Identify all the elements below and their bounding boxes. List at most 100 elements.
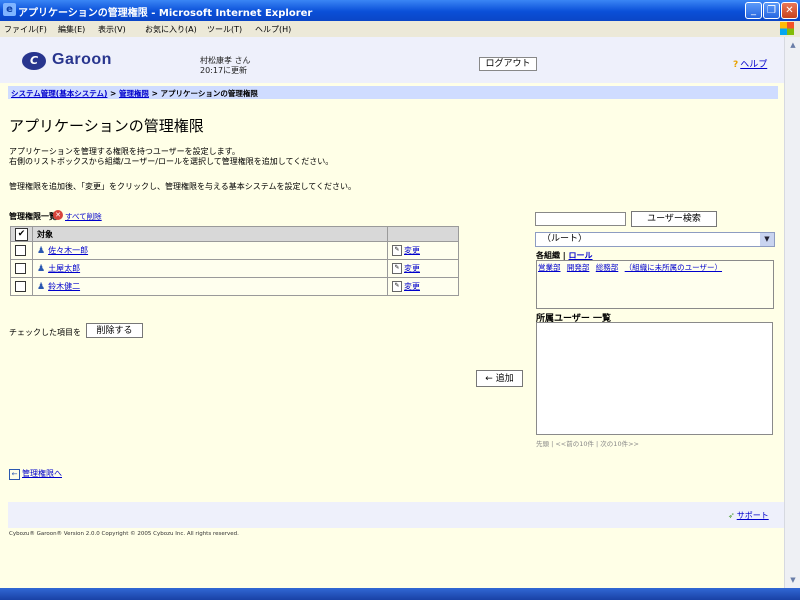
breadcrumb-admin-rights[interactable]: 管理権限 [119, 89, 149, 98]
row-checkbox[interactable] [15, 245, 26, 256]
logo-text: Garoon [52, 51, 112, 68]
minimize-button[interactable]: _ [745, 2, 762, 19]
org-link-sales[interactable]: 営業部 [538, 263, 561, 272]
back-link-text[interactable]: 管理権限へ [22, 469, 62, 478]
row-checkbox-cell [10, 241, 33, 260]
description-line-1: アプリケーションを管理する権限を持つユーザーを設定します。 [9, 147, 240, 156]
menu-file[interactable]: ファイル(F) [4, 24, 47, 35]
row-checkbox[interactable] [15, 263, 26, 274]
breadcrumb: システム管理(基本システム) > 管理権限 > アプリケーションの管理権限 [11, 88, 258, 99]
taskbar [0, 588, 800, 600]
help-link[interactable]: ? ヘルプ [733, 57, 767, 70]
cybozu-logo-icon: C [22, 52, 46, 70]
user-icon: ♟ [37, 282, 46, 292]
table-row: ♟ 鈴木健二 ✎ 変更 [10, 277, 459, 296]
windows-logo-icon [780, 22, 794, 35]
user-link[interactable]: 佐々木一郎 [48, 246, 88, 255]
support-link[interactable]: ➶ サポート [728, 510, 769, 521]
breadcrumb-system-admin[interactable]: システム管理(基本システム) [11, 89, 107, 98]
change-link[interactable]: 変更 [404, 246, 420, 255]
org-link-general-affairs[interactable]: 総務部 [596, 263, 619, 272]
back-arrow-icon: ← [9, 469, 20, 480]
table-header-row: ✔ 対象 [10, 226, 459, 242]
menu-favorites[interactable]: お気に入り(A) [145, 24, 197, 35]
delete-all-link[interactable]: すべて削除 [65, 211, 102, 222]
logout-button[interactable]: ログアウト [479, 57, 537, 71]
scroll-up-icon[interactable]: ▲ [786, 38, 800, 52]
support-link-text[interactable]: サポート [737, 511, 769, 520]
members-listbox[interactable] [536, 322, 773, 435]
org-links: 営業部 開発部 総務部 （組織に未所属のユーザー） [538, 262, 726, 273]
change-link[interactable]: 変更 [404, 264, 420, 273]
user-search-input[interactable] [535, 212, 626, 226]
vertical-scrollbar[interactable]: ▲ ▼ [784, 37, 800, 588]
column-header-target: 対象 [32, 226, 388, 242]
select-all-checkbox[interactable]: ✔ [15, 227, 28, 241]
admin-list-heading: 管理権限一覧 [9, 212, 57, 221]
add-button[interactable]: ← 追加 [476, 370, 523, 387]
close-button[interactable]: ✕ [781, 2, 798, 19]
user-icon: ♟ [37, 246, 46, 256]
row-target-cell: ♟ 土屋太郎 [32, 259, 388, 278]
user-link[interactable]: 鈴木健二 [48, 282, 80, 291]
org-tab-label: 各組織 [536, 251, 560, 260]
copyright: Cybozu® Garoon® Version 2.0.0 Copyright … [9, 531, 239, 537]
user-link[interactable]: 土屋太郎 [48, 264, 80, 273]
org-select[interactable]: （ルート） ▼ [535, 232, 775, 247]
org-header-separator: | [562, 251, 566, 260]
delete-all-icon[interactable]: ✕ [53, 210, 63, 220]
row-action-cell: ✎ 変更 [387, 259, 459, 278]
back-to-admin-rights[interactable]: ← 管理権限へ [9, 468, 62, 480]
breadcrumb-current: アプリケーションの管理権限 [160, 89, 258, 98]
user-info: 村松康孝 さん 20:17に更新 [200, 56, 251, 76]
admin-table: ✔ 対象 ♟ 佐々木一郎 ✎ 変更 ♟ 土屋太郎 ✎ 変更 ♟ 鈴木健二 ✎ 変更 [10, 226, 459, 296]
row-checkbox[interactable] [15, 281, 26, 292]
user-icon: ♟ [37, 264, 46, 274]
row-action-cell: ✎ 変更 [387, 241, 459, 260]
user-search-button[interactable]: ユーザー検索 [631, 211, 717, 227]
select-all-cell: ✔ [10, 226, 33, 242]
description-line-2: 右側のリストボックスから組織/ユーザー/ロールを選択して管理権限を追加してくださ… [9, 157, 334, 166]
chevron-down-icon[interactable]: ▼ [760, 233, 774, 246]
org-link-development[interactable]: 開発部 [567, 263, 590, 272]
org-link-unassigned[interactable]: （組織に未所属のユーザー） [625, 263, 722, 272]
menu-edit[interactable]: 編集(E) [58, 24, 85, 35]
breadcrumb-separator: > [151, 89, 158, 98]
footer-bar [8, 502, 784, 528]
edit-icon: ✎ [392, 263, 402, 274]
menu-bar: ファイル(F) 編集(E) 表示(V) お気に入り(A) ツール(T) ヘルプ(… [0, 21, 800, 38]
edit-icon: ✎ [392, 281, 402, 292]
user-name: 村松康孝 さん [200, 56, 251, 65]
row-checkbox-cell [10, 259, 33, 278]
table-row: ♟ 佐々木一郎 ✎ 変更 [10, 241, 459, 260]
row-target-cell: ♟ 鈴木健二 [32, 277, 388, 296]
help-link-text[interactable]: ヘルプ [740, 60, 767, 70]
column-header-action [387, 226, 459, 242]
breadcrumb-separator: > [110, 89, 117, 98]
checked-items-label: チェックした項目を [9, 328, 81, 337]
support-icon: ➶ [728, 511, 735, 520]
table-row: ♟ 土屋太郎 ✎ 変更 [10, 259, 459, 278]
delete-button[interactable]: 削除する [86, 323, 143, 338]
maximize-button[interactable]: ❐ [763, 2, 780, 19]
description-line-3: 管理権限を追加後、「変更」をクリックし、管理権限を与える基本システムを設定してく… [9, 182, 357, 191]
garoon-logo[interactable]: C Garoon [20, 50, 132, 72]
menu-help[interactable]: ヘルプ(H) [255, 24, 291, 35]
role-tab-link[interactable]: ロール [569, 251, 593, 260]
menu-view[interactable]: 表示(V) [98, 24, 126, 35]
change-link[interactable]: 変更 [404, 282, 420, 291]
row-action-cell: ✎ 変更 [387, 277, 459, 296]
pager: 先頭 | <<前の10件 | 次の10件>> [536, 440, 639, 448]
ie-icon: e [3, 3, 16, 16]
org-select-value: （ルート） [542, 234, 588, 244]
row-checkbox-cell [10, 277, 33, 296]
scroll-down-icon[interactable]: ▼ [786, 573, 800, 587]
window-title: アプリケーションの管理権限 - Microsoft Internet Explo… [18, 8, 313, 19]
help-icon: ? [733, 60, 739, 70]
row-target-cell: ♟ 佐々木一郎 [32, 241, 388, 260]
menu-tools[interactable]: ツール(T) [207, 24, 242, 35]
edit-icon: ✎ [392, 245, 402, 256]
title-bar: e アプリケーションの管理権限 - Microsoft Internet Exp… [0, 0, 800, 21]
updated-time: 20:17に更新 [200, 66, 248, 75]
page-title: アプリケーションの管理権限 [9, 117, 204, 135]
